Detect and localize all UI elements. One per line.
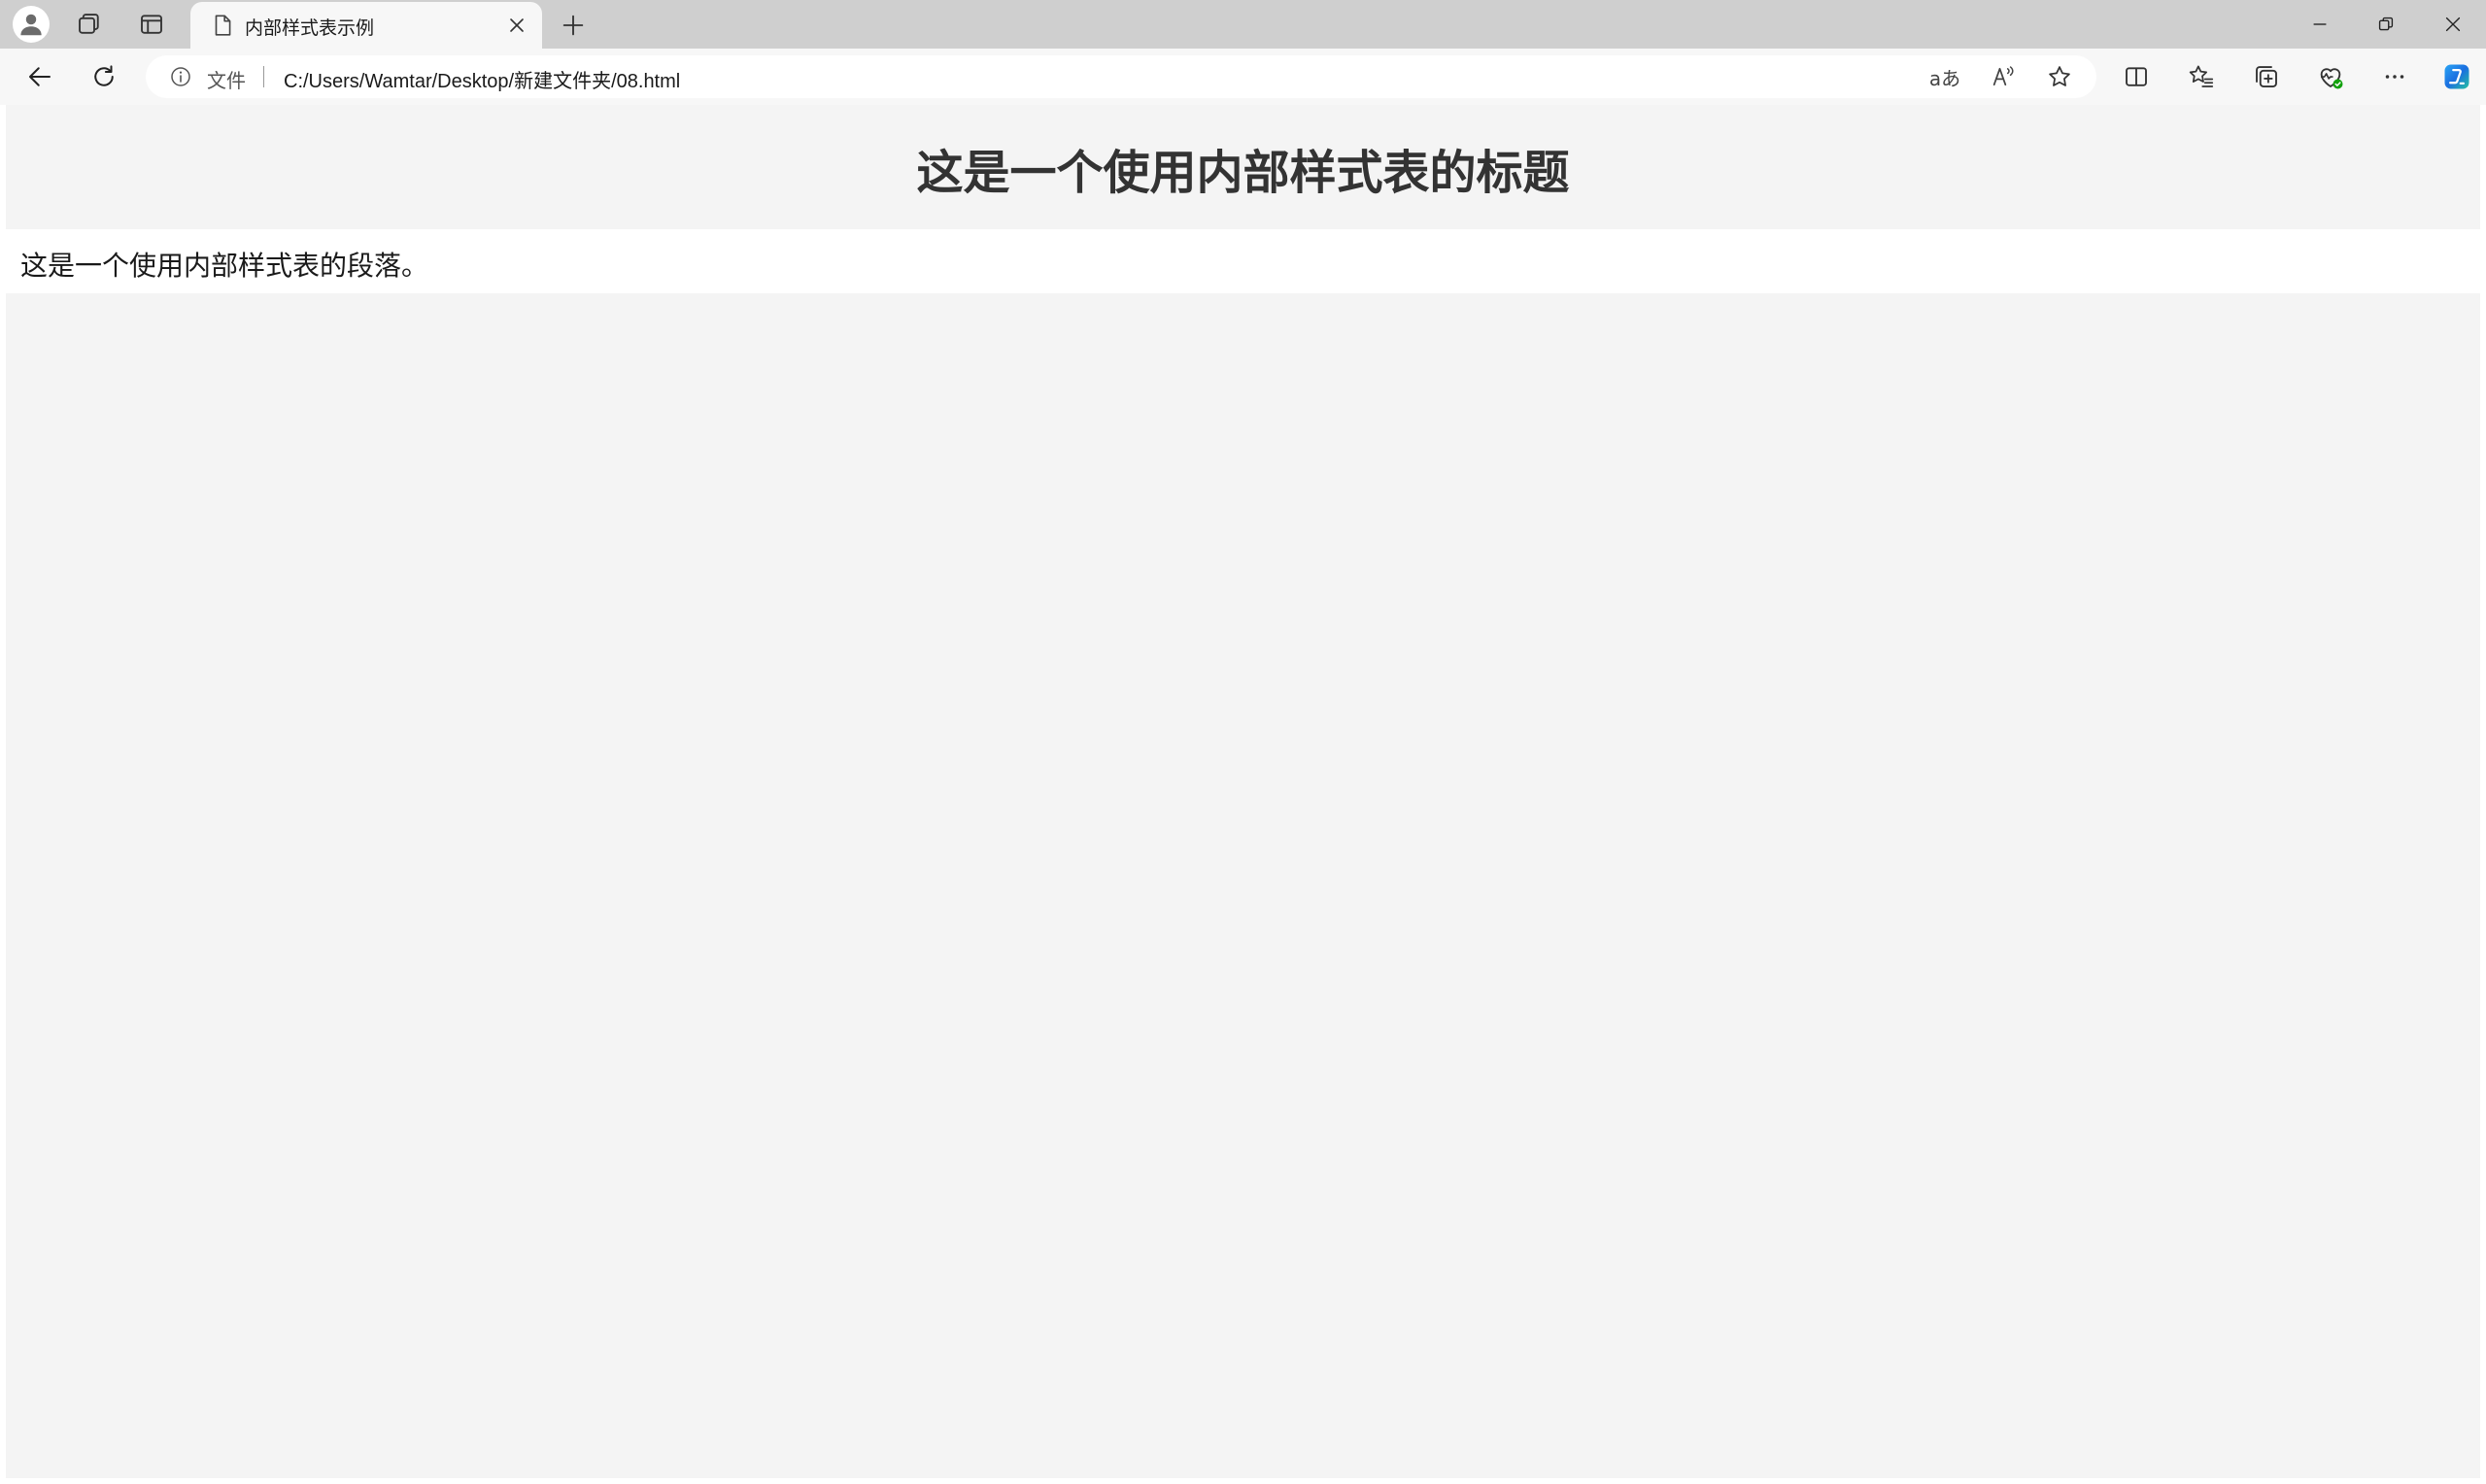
workspaces-button[interactable] [62, 4, 117, 45]
plus-icon [562, 15, 584, 36]
split-screen-button[interactable] [2114, 56, 2159, 97]
workspaces-icon [79, 14, 99, 34]
page-paragraph: 这是一个使用内部样式表的段落。 [20, 251, 429, 281]
url-text[interactable]: C:/Users/Wamtar/Desktop/新建文件夹/08.html [284, 65, 680, 93]
collections-button[interactable] [2244, 56, 2289, 97]
browser-toolbar: 文件 C:/Users/Wamtar/Desktop/新建文件夹/08.html… [0, 49, 2486, 105]
favorites-icon [2189, 65, 2214, 87]
more-icon [2385, 75, 2404, 79]
tab-title: 内部样式表示例 [245, 18, 375, 39]
back-button[interactable] [17, 56, 62, 97]
refresh-button[interactable] [82, 56, 126, 97]
profile-button[interactable] [4, 4, 58, 45]
new-tab-button[interactable] [552, 6, 595, 45]
copilot-button[interactable] [2435, 56, 2479, 97]
browser-essentials-button[interactable] [2308, 56, 2353, 97]
page-heading: 这是一个使用内部样式表的标题 [916, 148, 1570, 199]
read-aloud-icon [1992, 66, 2014, 86]
profile-icon [20, 14, 42, 36]
translate-icon: aあ [1928, 66, 1961, 90]
close-icon [2445, 17, 2461, 32]
tab-active[interactable]: 内部样式表示例 [190, 2, 542, 49]
more-button[interactable] [2372, 56, 2417, 97]
favorite-star-icon [2049, 66, 2070, 86]
split-screen-icon [2126, 67, 2147, 86]
close-tab-icon[interactable] [505, 14, 528, 37]
page-viewport: 这是一个使用内部样式表的标题 这是一个使用内部样式表的段落。 [6, 105, 2480, 1478]
collections-icon [2256, 66, 2277, 87]
read-aloud-button[interactable] [1984, 61, 2023, 92]
tab-actions-icon [141, 15, 162, 34]
info-icon[interactable] [169, 65, 192, 88]
minimize-button[interactable] [2286, 0, 2354, 49]
vertical-tabs-button[interactable] [124, 4, 179, 45]
address-separator [263, 66, 264, 87]
address-bar[interactable]: 文件 C:/Users/Wamtar/Desktop/新建文件夹/08.html… [146, 55, 2096, 98]
favorite-button[interactable] [2040, 61, 2079, 92]
copilot-icon [2444, 64, 2469, 89]
back-icon [29, 67, 51, 86]
paragraph-container: 这是一个使用内部样式表的段落。 [6, 229, 2480, 293]
minimize-icon [2313, 23, 2327, 25]
browser-essentials-icon [2320, 68, 2343, 89]
restore-icon [2378, 17, 2394, 31]
favorites-button[interactable] [2179, 56, 2224, 97]
avatar [13, 6, 50, 43]
restore-button[interactable] [2352, 0, 2420, 49]
close-window-button[interactable] [2419, 0, 2486, 49]
page-icon [215, 15, 231, 36]
translate-button[interactable]: aあ [1925, 61, 1964, 92]
refresh-icon [94, 65, 114, 86]
tab-strip: 内部样式表示例 [0, 0, 2486, 49]
scheme-label: 文件 [207, 71, 246, 92]
